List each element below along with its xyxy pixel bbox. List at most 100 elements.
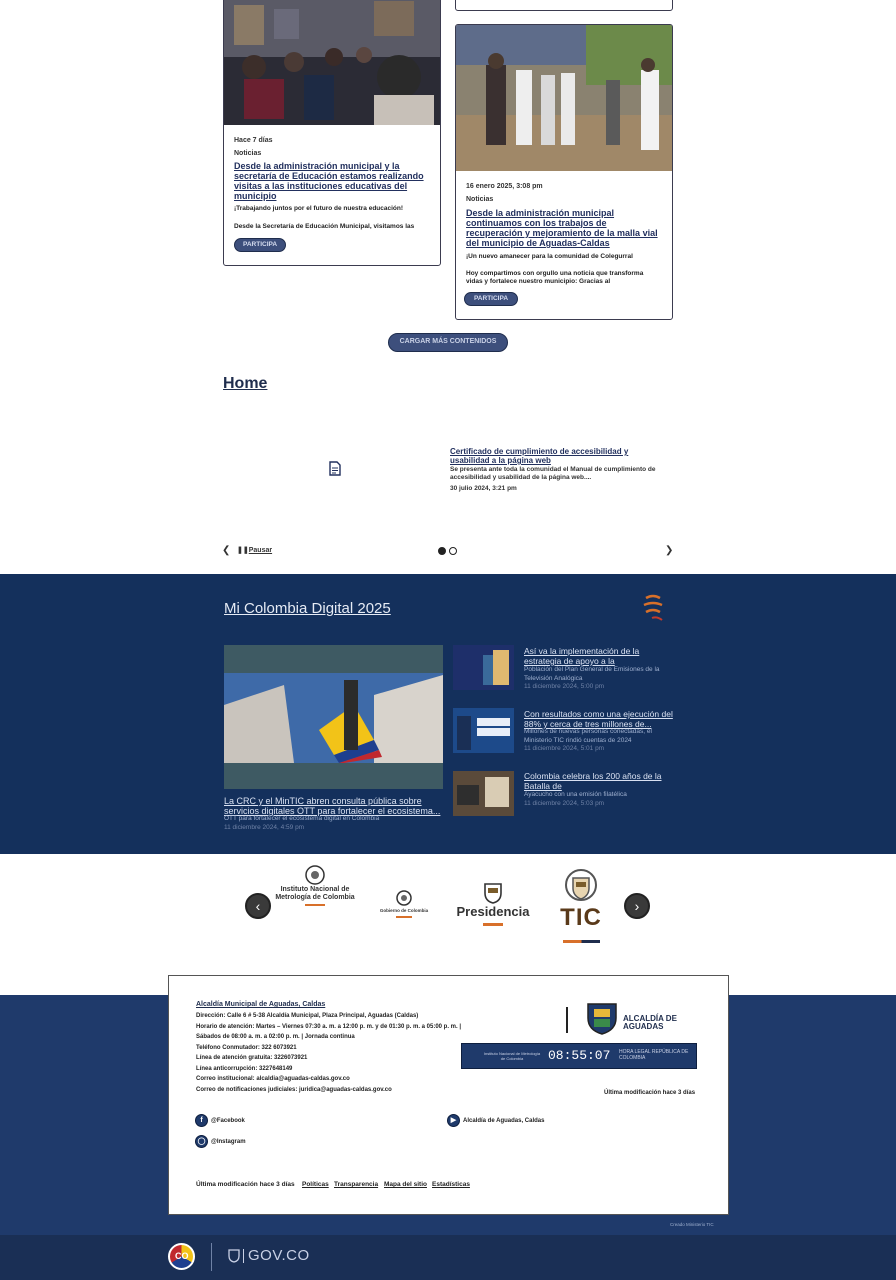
document-icon — [329, 461, 341, 476]
mcd-item-1-subtitle: Población del Plan General de Emisiones … — [524, 666, 660, 682]
clock-label: HORA LEGAL REPÚBLICA DE COLOMBIA — [619, 1049, 689, 1061]
footer-link-mapa[interactable]: Mapa del sitio — [384, 1181, 427, 1188]
last-modified-right: Última modificación hace 3 días — [604, 1090, 696, 1096]
footer-phone: Teléfono Conmutador: 322 6073921 — [196, 1045, 297, 1051]
news-card-top-stub — [455, 0, 673, 11]
news-card-2-photo — [456, 25, 672, 171]
inm-logo[interactable]: Instituto Nacional de Metrología de Colo… — [270, 886, 360, 902]
news-card-2[interactable]: 16 enero 2025, 3:08 pm Noticias Desde la… — [455, 24, 673, 320]
carousel-dot-1[interactable] — [438, 547, 446, 555]
news-card-2-subtitle: ¡Un nuevo amanecer para la comunidad de … — [466, 253, 633, 260]
mcd-item-1-date: 11 diciembre 2024, 5:00 pm — [524, 683, 605, 690]
inm-shield-icon — [305, 865, 325, 885]
mcd-item-3-subtitle: Ayacucho con una emisión filatélica — [524, 791, 627, 798]
chevron-left-icon: ‹ — [255, 898, 261, 914]
footer-saturday: Sábados de 08:00 a. m. a 02:00 p. m. | J… — [196, 1034, 355, 1040]
mcd-item-2-date: 11 diciembre 2024, 5:01 pm — [524, 745, 605, 752]
mi-colombia-digital-section — [0, 574, 896, 854]
logos-next-button[interactable]: › — [624, 893, 650, 919]
credit-text[interactable]: Creado Ministerio TIC — [670, 1222, 714, 1227]
footer-email[interactable]: Correo institucional: alcaldia@aguadas-c… — [196, 1076, 350, 1082]
mcd-main-image[interactable] — [224, 645, 443, 789]
news-card-1-excerpt: Desde la Secretaría de Educación Municip… — [234, 223, 415, 230]
gob-logo[interactable]: Gobierno de Colombia — [370, 908, 438, 913]
youtube-icon: ▶ — [447, 1114, 460, 1127]
mcd-item-1-thumb[interactable] — [453, 645, 514, 690]
mcd-title[interactable]: Mi Colombia Digital 2025 — [224, 600, 391, 617]
govco-logo[interactable]: GOV.CO — [248, 1247, 310, 1264]
mcd-item-3-thumb[interactable] — [453, 771, 514, 816]
footer-anticorruption: Línea anticorrupción: 3227648149 — [196, 1066, 293, 1072]
load-more-button[interactable]: CARGAR MÁS CONTENIDOS — [388, 333, 508, 352]
clock-org-label: Instituto Nacional de Metrología de Colo… — [483, 1051, 541, 1061]
mcd-item-2-title[interactable]: Con resultados como una ejecución del 88… — [524, 709, 674, 729]
facebook-link[interactable]: f @Facebook — [195, 1114, 245, 1127]
logo-divider — [566, 1007, 568, 1033]
mcd-item-3-date: 11 diciembre 2024, 5:03 pm — [524, 800, 605, 807]
participa-button-1[interactable]: PARTICIPA — [234, 238, 286, 252]
presidencia-shield-icon — [484, 883, 502, 904]
participa-button-2[interactable]: PARTICIPA — [464, 292, 518, 306]
pause-button[interactable]: ❚❚Pausar — [237, 546, 272, 554]
mcd-main-subtitle: OTT para fortalecer el ecosistema digita… — [224, 815, 380, 822]
carousel-next-button[interactable]: ❯ — [665, 545, 673, 556]
news-card-1-title[interactable]: Desde la administración municipal y la s… — [234, 161, 428, 201]
footer-link-estadisticas[interactable]: Estadísticas — [432, 1181, 470, 1188]
gob-flag-bar — [396, 916, 412, 918]
footer-address: Dirección: Calle 6 # 5-38 Alcaldía Munic… — [196, 1013, 419, 1019]
clock-time: 08:55:07 — [548, 1048, 611, 1063]
news-card-1-photo — [224, 0, 440, 125]
youtube-link[interactable]: ▶ Alcaldía de Aguadas, Caldas — [447, 1114, 544, 1127]
chevron-right-icon: › — [634, 898, 640, 914]
news-card-1-subtitle: ¡Trabajando juntos por el futuro de nues… — [234, 205, 404, 212]
news-card-1-time: Hace 7 días — [234, 137, 273, 144]
footer-judicial-email[interactable]: Correo de notificaciones judiciales: jur… — [196, 1087, 392, 1093]
footer-link-transparencia[interactable]: Transparencia — [334, 1181, 378, 1188]
tic-shield-icon — [565, 869, 597, 901]
instagram-link[interactable]: ◯ @Instagram — [195, 1135, 246, 1148]
legal-time-widget: Instituto Nacional de Metrología de Colo… — [461, 1043, 697, 1069]
news-card-2-category: Noticias — [466, 196, 494, 203]
aguadas-crest-icon — [587, 1003, 617, 1035]
mcd-item-2-thumb[interactable] — [453, 708, 514, 753]
footer-free-line: Línea de atención gratuita: 3226073921 — [196, 1055, 308, 1061]
logos-prev-button[interactable]: ‹ — [245, 893, 271, 919]
govco-band — [0, 1235, 896, 1280]
news-card-2-title[interactable]: Desde la administración municipal contin… — [466, 208, 660, 248]
colombia-badge-label: CO — [175, 1251, 189, 1261]
govco-separator — [243, 1249, 244, 1263]
certificate-date: 30 julio 2024, 3:21 pm — [450, 485, 517, 492]
footer-hours: Horario de atención: Martes – Viernes 07… — [196, 1024, 462, 1030]
gob-shield-icon — [396, 890, 412, 906]
footer-org-name: Alcaldía Municipal de Aguadas, Caldas — [196, 1001, 326, 1008]
footer-link-politicas[interactable]: Políticas — [302, 1181, 329, 1188]
pause-icon: ❚❚ — [237, 547, 249, 554]
colombia-badge[interactable]: CO — [168, 1243, 195, 1270]
chevron-right-icon: ❯ — [665, 545, 674, 556]
govco-crest-icon — [228, 1249, 240, 1263]
mcd-item-3-title[interactable]: Colombia celebra los 200 años de la Bata… — [524, 771, 674, 791]
inm-flag-bar — [305, 904, 325, 906]
news-card-2-excerpt: Hoy compartimos con orgullo una noticia … — [466, 270, 644, 285]
last-modified-bottom: Última modificación hace 3 días — [196, 1181, 295, 1188]
mcd-logo-icon — [643, 594, 663, 621]
facebook-icon: f — [195, 1114, 208, 1127]
govco-divider — [211, 1243, 212, 1271]
mcd-main-title[interactable]: La CRC y el MinTIC abren consulta públic… — [224, 796, 444, 816]
carousel-prev-button[interactable]: ❮ — [222, 545, 230, 556]
aguadas-logo-text: ALCALDÍA DE AGUADAS — [623, 1014, 677, 1031]
certificate-link[interactable]: Certificado de cumplimiento de accesibil… — [450, 447, 650, 465]
presidencia-logo[interactable]: Presidencia — [448, 904, 538, 919]
pause-label: Pausar — [248, 547, 273, 554]
presidencia-flag-bar — [483, 923, 503, 926]
tic-flag-bar — [563, 940, 600, 943]
mcd-main-date: 11 diciembre 2024, 4:59 pm — [224, 824, 305, 831]
carousel-dot-2[interactable] — [449, 547, 457, 555]
instagram-icon: ◯ — [195, 1135, 208, 1148]
news-card-2-time: 16 enero 2025, 3:08 pm — [466, 183, 543, 190]
news-card-1[interactable]: Hace 7 días Noticias Desde la administra… — [223, 0, 441, 266]
mcd-item-1-title[interactable]: Así va la implementación de la estrategi… — [524, 646, 674, 666]
news-card-1-category: Noticias — [234, 150, 262, 157]
home-title: Home — [223, 375, 268, 392]
tic-logo[interactable]: TIC — [550, 904, 612, 932]
